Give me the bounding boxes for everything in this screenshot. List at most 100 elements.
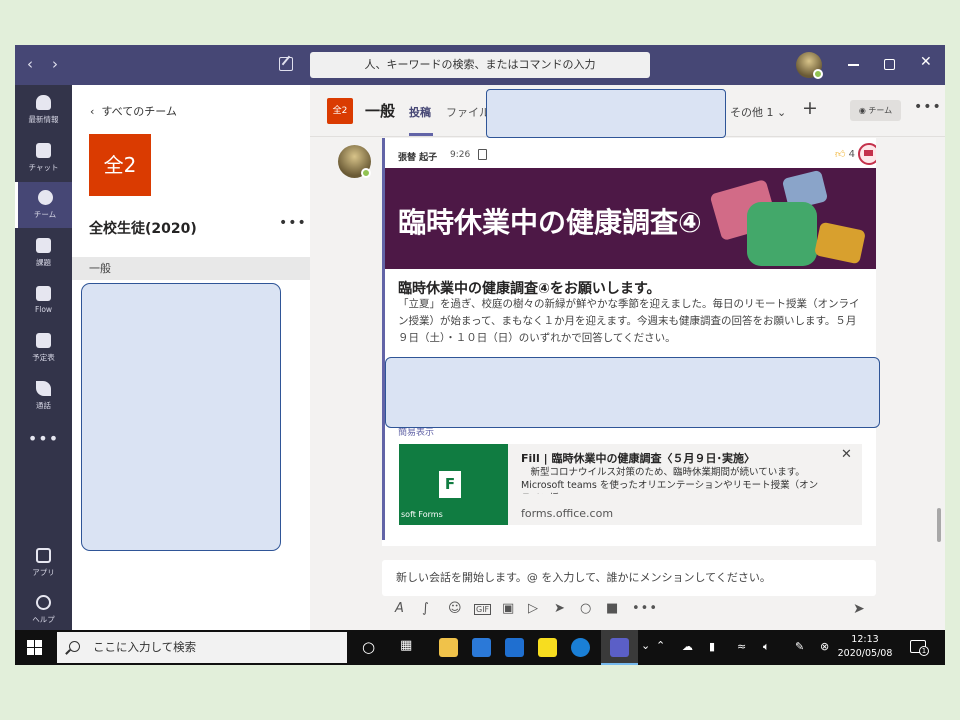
- app-rail: 最新情報 チャット チーム 課題 Flow 予定表 通話 ••• アプリ ヘルプ: [15, 85, 72, 630]
- windows-start-icon[interactable]: [27, 640, 42, 655]
- channel-tile: 全2: [327, 98, 353, 124]
- banner-title: 臨時休業中の健康調査④: [398, 206, 702, 239]
- sticker-icon[interactable]: ▣: [502, 601, 514, 616]
- tab-more-dropdown[interactable]: その他 1 ⌄: [730, 104, 786, 120]
- copy-icon[interactable]: [478, 149, 487, 160]
- wifi-icon[interactable]: ≈: [737, 640, 746, 653]
- forward-arrow-icon[interactable]: ›: [52, 55, 58, 73]
- rail-item-activity[interactable]: 最新情報: [15, 87, 72, 133]
- pen-icon[interactable]: ✎: [795, 640, 804, 653]
- team-more-options-icon[interactable]: •••: [279, 215, 307, 231]
- meet-now-icon[interactable]: ▷: [528, 601, 538, 616]
- redacted-region: [385, 357, 880, 428]
- show-hidden-icons-icon[interactable]: ⌃: [656, 639, 665, 652]
- taskbar-search-input[interactable]: ここに入力して検索: [57, 632, 347, 663]
- action-center-icon[interactable]: 1: [910, 640, 929, 656]
- more-apps-icon[interactable]: •••: [15, 429, 72, 448]
- stream-icon[interactable]: ➤: [554, 601, 565, 616]
- task-view-icon[interactable]: ▦: [400, 638, 412, 653]
- notification-count: 1: [919, 646, 929, 656]
- header-more-options-icon[interactable]: •••: [914, 99, 942, 115]
- emoji-icon[interactable]: ☺: [448, 601, 462, 616]
- link-title[interactable]: Fill | 臨時休業中の健康調査〈５月９日･実施〉: [521, 450, 755, 466]
- close-preview-icon[interactable]: ✕: [841, 447, 852, 462]
- rail-item-help[interactable]: ヘルプ: [15, 587, 72, 633]
- tab-posts[interactable]: 投稿: [409, 104, 431, 120]
- post-card: 張替 起子 9:26 👍︎ 4 臨時休業中の健康調査④ 臨時休業中の健康調査④を…: [382, 138, 876, 540]
- post-author[interactable]: 張替 起子: [398, 150, 437, 163]
- rail-label: ヘルプ: [32, 615, 55, 624]
- rail-item-chat[interactable]: チャット: [15, 135, 72, 181]
- battery-icon[interactable]: ▮: [709, 640, 715, 653]
- onedrive-cloud-icon[interactable]: ☁: [682, 640, 693, 653]
- rail-item-teams[interactable]: チーム: [15, 182, 72, 228]
- rail-item-assignments[interactable]: 課題: [15, 230, 72, 276]
- search-icon: [69, 641, 80, 652]
- all-teams-link[interactable]: ‹ すべてのチーム: [90, 103, 177, 119]
- minimize-icon[interactable]: [848, 64, 859, 66]
- apps-icon: [36, 548, 51, 563]
- command-search-input[interactable]: 人、キーワードの検索、またはコマンドの入力: [310, 52, 650, 78]
- forms-link-preview[interactable]: F soft Forms Fill | 臨時休業中の健康調査〈５月９日･実施〉 …: [399, 444, 862, 525]
- rail-label: チーム: [33, 210, 57, 219]
- more-tabs-label: その他 1: [730, 106, 774, 119]
- new-chat-icon[interactable]: [279, 57, 293, 71]
- profile-avatar[interactable]: [796, 52, 823, 79]
- file-explorer-icon[interactable]: [439, 638, 458, 657]
- rail-label: アプリ: [32, 568, 55, 577]
- phone-icon: [36, 381, 51, 396]
- mail-icon[interactable]: [472, 638, 491, 657]
- send-icon[interactable]: ➤: [853, 601, 865, 617]
- all-teams-label: すべてのチーム: [101, 105, 177, 118]
- team-panel: ‹ すべてのチーム 全2 全校生徒(2020) ••• 一般: [72, 85, 310, 630]
- cortana-icon[interactable]: ○: [362, 638, 375, 656]
- team-name: 全校生徒(2020): [89, 221, 197, 237]
- close-window-icon[interactable]: ✕: [920, 54, 932, 70]
- edge-browser-icon[interactable]: [571, 638, 590, 657]
- praise-icon[interactable]: ○: [580, 601, 591, 616]
- rail-item-calendar[interactable]: 予定表: [15, 325, 72, 371]
- reply-row: [382, 540, 876, 546]
- network-disconnected-icon[interactable]: ⊗: [820, 640, 829, 653]
- post-time: 9:26: [450, 150, 471, 160]
- scrollbar-thumb[interactable]: [937, 508, 941, 542]
- post-title: 臨時休業中の健康調査④をお願いします。: [398, 281, 661, 297]
- video-icon[interactable]: ■: [606, 601, 618, 616]
- channel-name: 一般: [365, 102, 396, 120]
- rail-item-apps[interactable]: アプリ: [15, 540, 72, 586]
- attach-icon[interactable]: ∫: [422, 601, 429, 616]
- volume-icon[interactable]: 🔈︎: [763, 640, 770, 654]
- teams-taskbar-active[interactable]: [601, 630, 638, 665]
- chevron-down-icon[interactable]: ⌄: [641, 639, 650, 652]
- rail-label: 通話: [36, 401, 51, 410]
- add-tab-icon[interactable]: +: [802, 97, 818, 119]
- rail-label: チャット: [28, 163, 59, 172]
- thumbs-up-icon: 👍︎: [835, 149, 846, 160]
- back-arrow-icon[interactable]: ‹: [27, 55, 33, 73]
- format-icon[interactable]: A: [395, 601, 404, 616]
- rail-label: Flow: [34, 305, 53, 314]
- gif-icon[interactable]: GIF: [474, 604, 492, 615]
- flow-icon: [36, 286, 51, 301]
- like-reaction[interactable]: 👍︎ 4: [835, 148, 855, 160]
- forms-thumbnail: F soft Forms: [399, 444, 508, 525]
- channel-item-general[interactable]: 一般: [72, 257, 310, 280]
- bell-icon: [36, 95, 51, 110]
- windows-taskbar: ここに入力して検索 ○ ▦ ⌄ ⌃ ☁ ▮ ≈ 🔈︎ ✎ ⊗ 12:13 202…: [15, 630, 945, 665]
- active-tab-indicator: [409, 133, 433, 136]
- rail-item-flow[interactable]: Flow: [15, 278, 72, 324]
- chevron-left-icon: ‹: [90, 105, 95, 118]
- team-view-button[interactable]: ◉ チーム: [850, 100, 901, 121]
- system-clock[interactable]: 12:13 2020/05/08: [835, 633, 895, 661]
- rail-label: 予定表: [32, 353, 55, 362]
- author-avatar[interactable]: [338, 145, 371, 178]
- tab-files[interactable]: ファイル: [446, 104, 490, 120]
- announcement-megaphone-icon: [858, 143, 876, 165]
- sticky-notes-icon[interactable]: [538, 638, 557, 657]
- more-options-icon[interactable]: •••: [632, 601, 658, 616]
- calendar-app-icon[interactable]: [505, 638, 524, 657]
- rail-item-calls[interactable]: 通話: [15, 373, 72, 419]
- microsoft-forms-icon: F: [439, 471, 461, 498]
- new-conversation-input[interactable]: 新しい会話を開始します。@ を入力して、誰かにメンションしてください。: [382, 560, 876, 596]
- maximize-icon[interactable]: [884, 59, 895, 70]
